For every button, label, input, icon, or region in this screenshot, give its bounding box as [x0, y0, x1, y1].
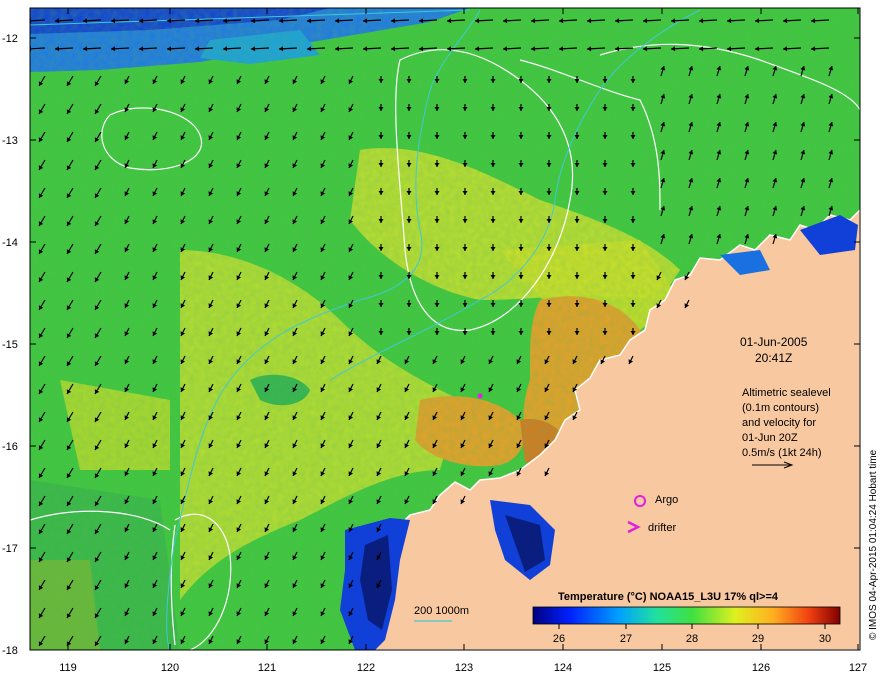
altimetry-line: (0.1m contours) — [742, 402, 819, 414]
lon-tick-label: 123 — [455, 662, 473, 674]
lat-tick-label: -13 — [2, 135, 18, 147]
altimetry-line: 0.5m/s (1kt 24h) — [742, 447, 821, 459]
lat-tick-label: -15 — [2, 339, 18, 351]
lon-tick-label: 121 — [258, 662, 276, 674]
lon-tick-label: 125 — [653, 662, 671, 674]
colorbar-gradient — [532, 606, 841, 625]
date-label: 01-Jun-2005 — [740, 335, 808, 349]
altimetry-line: Altimetric sealevel — [742, 387, 831, 399]
lon-tick-label: 122 — [357, 662, 375, 674]
lon-tick-label: 126 — [752, 662, 770, 674]
colorbar-title: Temperature (°C) NOAA15_L3U 17% ql>=4 — [558, 591, 779, 603]
sst-map-figure: -12 -13 -14 -15 -16 -17 -18 119 120 121 … — [2, 7, 879, 674]
colorbar-tick-label: 26 — [553, 633, 565, 645]
argo-label: Argo — [655, 494, 678, 506]
lon-tick-label: 119 — [59, 662, 77, 674]
depth-legend-label: 200 1000m — [414, 605, 469, 617]
lon-tick-label: 120 — [161, 662, 179, 674]
time-label: 20:41Z — [755, 351, 792, 365]
drifter-marker — [477, 393, 483, 399]
lon-tick-label: 124 — [554, 662, 572, 674]
lon-tick-label: 127 — [849, 662, 867, 674]
colorbar-tick-label: 28 — [686, 633, 698, 645]
lat-tick-label: -12 — [2, 33, 18, 45]
altimetry-line: 01-Jun 20Z — [742, 432, 798, 444]
lat-tick-label: -14 — [2, 237, 18, 249]
colorbar-tick-label: 29 — [752, 633, 764, 645]
colorbar-tick-label: 30 — [819, 633, 831, 645]
lon-axis-labels: 119 120 121 122 123 124 125 126 127 — [59, 662, 867, 674]
lat-tick-label: -17 — [2, 543, 18, 555]
altimetry-line: and velocity for — [742, 417, 816, 429]
lat-tick-label: -18 — [2, 645, 18, 657]
drifter-label: drifter — [648, 522, 676, 534]
map-plot-area — [30, 8, 860, 650]
vector-arrowhead — [30, 46, 32, 52]
vector-arrowhead — [30, 18, 32, 24]
lat-tick-label: -16 — [2, 441, 18, 453]
lat-axis-labels: -12 -13 -14 -15 -16 -17 -18 — [2, 33, 18, 657]
colorbar-tick-label: 27 — [620, 633, 632, 645]
credit-text: © IMOS 04-Apr-2015 01:04:24 Hobart time — [868, 449, 879, 640]
